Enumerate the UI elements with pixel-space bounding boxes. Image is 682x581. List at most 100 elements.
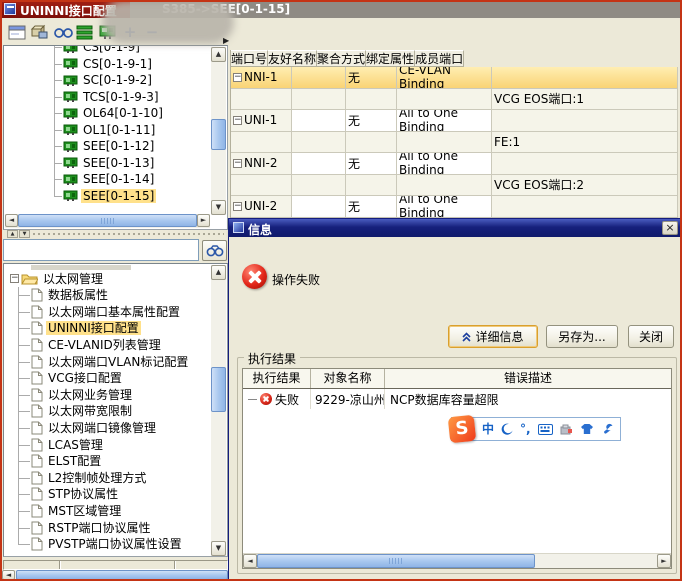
function-tree-item[interactable]: 以太网端口镜像管理: [5, 420, 211, 437]
function-tree-item[interactable]: UNINNI接口配置: [5, 320, 211, 337]
soft-keyboard-icon[interactable]: [538, 424, 553, 435]
function-tree-root[interactable]: − 以太网管理: [5, 270, 211, 287]
friendly-name-cell[interactable]: [292, 110, 346, 132]
function-tree-root-label[interactable]: 以太网管理: [41, 272, 105, 286]
device-tree-label[interactable]: OL64[0-1-10]: [81, 106, 165, 120]
column-header[interactable]: 端口号: [231, 50, 268, 67]
function-tree-item[interactable]: 数据板属性: [5, 287, 211, 304]
aggregation-cell[interactable]: [346, 132, 397, 154]
device-tree-item[interactable]: TCS[0-1-9-3]: [5, 89, 211, 106]
function-tree-item[interactable]: CE-VLANID列表管理: [5, 337, 211, 354]
table-row[interactable]: FE:1: [231, 132, 678, 154]
binding-cell[interactable]: All to One Binding: [397, 153, 492, 175]
collapse-icon[interactable]: −: [233, 159, 242, 168]
binding-cell[interactable]: [397, 175, 492, 197]
device-tree-label[interactable]: SEE[0-1-12]: [81, 139, 156, 153]
function-tree-label[interactable]: MST区域管理: [46, 504, 123, 518]
ime-toolbar[interactable]: S 中 °,: [451, 417, 621, 441]
device-tree-label[interactable]: SEE[0-1-14]: [81, 172, 156, 186]
close-button[interactable]: 关闭: [628, 325, 674, 348]
aggregation-cell[interactable]: 无: [346, 110, 397, 132]
friendly-name-cell[interactable]: [292, 175, 346, 197]
aggregation-cell[interactable]: 无: [346, 196, 397, 218]
dialog-title-bar[interactable]: 信息 ×: [229, 219, 681, 237]
function-tree-item[interactable]: MST区域管理: [5, 503, 211, 520]
function-tree-item[interactable]: 以太网端口VLAN标记配置: [5, 353, 211, 370]
function-tree-item[interactable]: ELST配置: [5, 453, 211, 470]
function-tree-item[interactable]: L2控制帧处理方式: [5, 470, 211, 487]
punctuation-icon[interactable]: °,: [520, 423, 531, 435]
scroll-thumb[interactable]: [16, 570, 228, 580]
friendly-name-cell[interactable]: [292, 132, 346, 154]
device-tree-item[interactable]: OL1[0-1-11]: [5, 122, 211, 139]
function-tree-label[interactable]: 以太网业务管理: [46, 388, 134, 402]
scroll-right-icon[interactable]: ►: [657, 554, 671, 568]
aggregation-cell[interactable]: [346, 89, 397, 111]
function-tree-label[interactable]: ELST配置: [46, 454, 103, 468]
table-row[interactable]: − UNI-2 无 All to One Binding: [231, 196, 678, 218]
function-tree-label[interactable]: 以太网端口VLAN标记配置: [46, 355, 190, 369]
friendly-name-cell[interactable]: [292, 89, 346, 111]
collapse-icon[interactable]: −: [233, 202, 242, 211]
device-tree-label[interactable]: OL1[0-1-11]: [81, 123, 157, 137]
search-button[interactable]: [202, 240, 227, 261]
scroll-left-icon[interactable]: ◄: [2, 570, 15, 580]
function-tree-label[interactable]: VCG接口配置: [46, 371, 124, 385]
scroll-thumb[interactable]: [257, 554, 535, 568]
panel-splitter[interactable]: ▲ ▼: [3, 230, 228, 239]
table-row[interactable]: − UNI-1 无 All to One Binding: [231, 110, 678, 132]
device-tree-label[interactable]: CS[0-1-9]: [81, 46, 142, 54]
settings-wrench-icon[interactable]: [601, 423, 613, 435]
member-port-cell[interactable]: [492, 110, 678, 132]
device-tree-item[interactable]: CS[0-1-9-1]: [5, 56, 211, 73]
member-port-cell[interactable]: [492, 196, 678, 218]
member-port-cell[interactable]: VCG EOS端口:1: [492, 89, 678, 111]
function-tree-item[interactable]: RSTP端口协议属性: [5, 519, 211, 536]
toolbox-icon[interactable]: [560, 423, 573, 435]
function-tree-label[interactable]: 以太网端口基本属性配置: [46, 305, 182, 319]
device-tree-item[interactable]: CS[0-1-9]: [5, 46, 211, 56]
function-tree-label[interactable]: 以太网带宽限制: [46, 404, 134, 418]
member-port-cell[interactable]: [492, 67, 678, 89]
port-cell[interactable]: [231, 89, 292, 111]
function-tree-item[interactable]: STP协议属性: [5, 486, 211, 503]
function-tree-item[interactable]: 以太网端口基本属性配置: [5, 304, 211, 321]
device-tree-item[interactable]: SEE[0-1-12]: [5, 138, 211, 155]
device-tree-item[interactable]: SEE[0-1-14]: [5, 171, 211, 188]
friendly-name-cell[interactable]: [292, 153, 346, 175]
friendly-name-cell[interactable]: [292, 196, 346, 218]
device-tree-item[interactable]: SEE[0-1-15]: [5, 188, 211, 205]
function-tree-label[interactable]: L2控制帧处理方式: [46, 471, 148, 485]
close-icon[interactable]: ×: [662, 221, 678, 235]
save-as-button[interactable]: 另存为...: [546, 325, 618, 348]
binding-cell[interactable]: All to One Binding: [397, 196, 492, 218]
device-tree-hscrollbar[interactable]: ◄ ►: [5, 214, 210, 228]
port-cell[interactable]: [231, 175, 292, 197]
binding-cell[interactable]: All to One Binding: [397, 110, 492, 132]
function-tree-label[interactable]: 以太网端口镜像管理: [46, 421, 158, 435]
aggregation-cell[interactable]: 无: [346, 67, 397, 89]
scroll-thumb[interactable]: [211, 119, 226, 150]
table-row[interactable]: VCG EOS端口:1: [231, 89, 678, 111]
form-window-icon[interactable]: [6, 21, 28, 43]
member-port-cell[interactable]: VCG EOS端口:2: [492, 175, 678, 197]
scroll-left-icon[interactable]: ◄: [5, 214, 18, 227]
scroll-down-icon[interactable]: ▼: [211, 541, 226, 556]
column-header[interactable]: 执行结果: [243, 369, 311, 388]
binding-cell[interactable]: CE-VLAN Binding: [397, 67, 492, 89]
column-header[interactable]: 对象名称: [311, 369, 385, 388]
member-port-cell[interactable]: [492, 153, 678, 175]
device-tree-vscrollbar[interactable]: ▲ ▼: [211, 47, 226, 215]
binding-cell[interactable]: [397, 89, 492, 111]
function-tree-label[interactable]: UNINNI接口配置: [46, 321, 141, 335]
function-tree-item[interactable]: VCG接口配置: [5, 370, 211, 387]
splitter-up-icon[interactable]: ▲: [7, 230, 18, 238]
port-cell[interactable]: − NNI-1: [231, 67, 292, 89]
eyeglasses-find-icon[interactable]: [52, 21, 74, 43]
components-icon[interactable]: [29, 21, 51, 43]
result-hscrollbar[interactable]: ◄ ►: [243, 553, 671, 568]
chinese-mode[interactable]: 中: [482, 423, 494, 435]
port-cell[interactable]: − NNI-2: [231, 153, 292, 175]
scroll-up-icon[interactable]: ▲: [211, 47, 226, 62]
collapse-icon[interactable]: −: [233, 116, 242, 125]
